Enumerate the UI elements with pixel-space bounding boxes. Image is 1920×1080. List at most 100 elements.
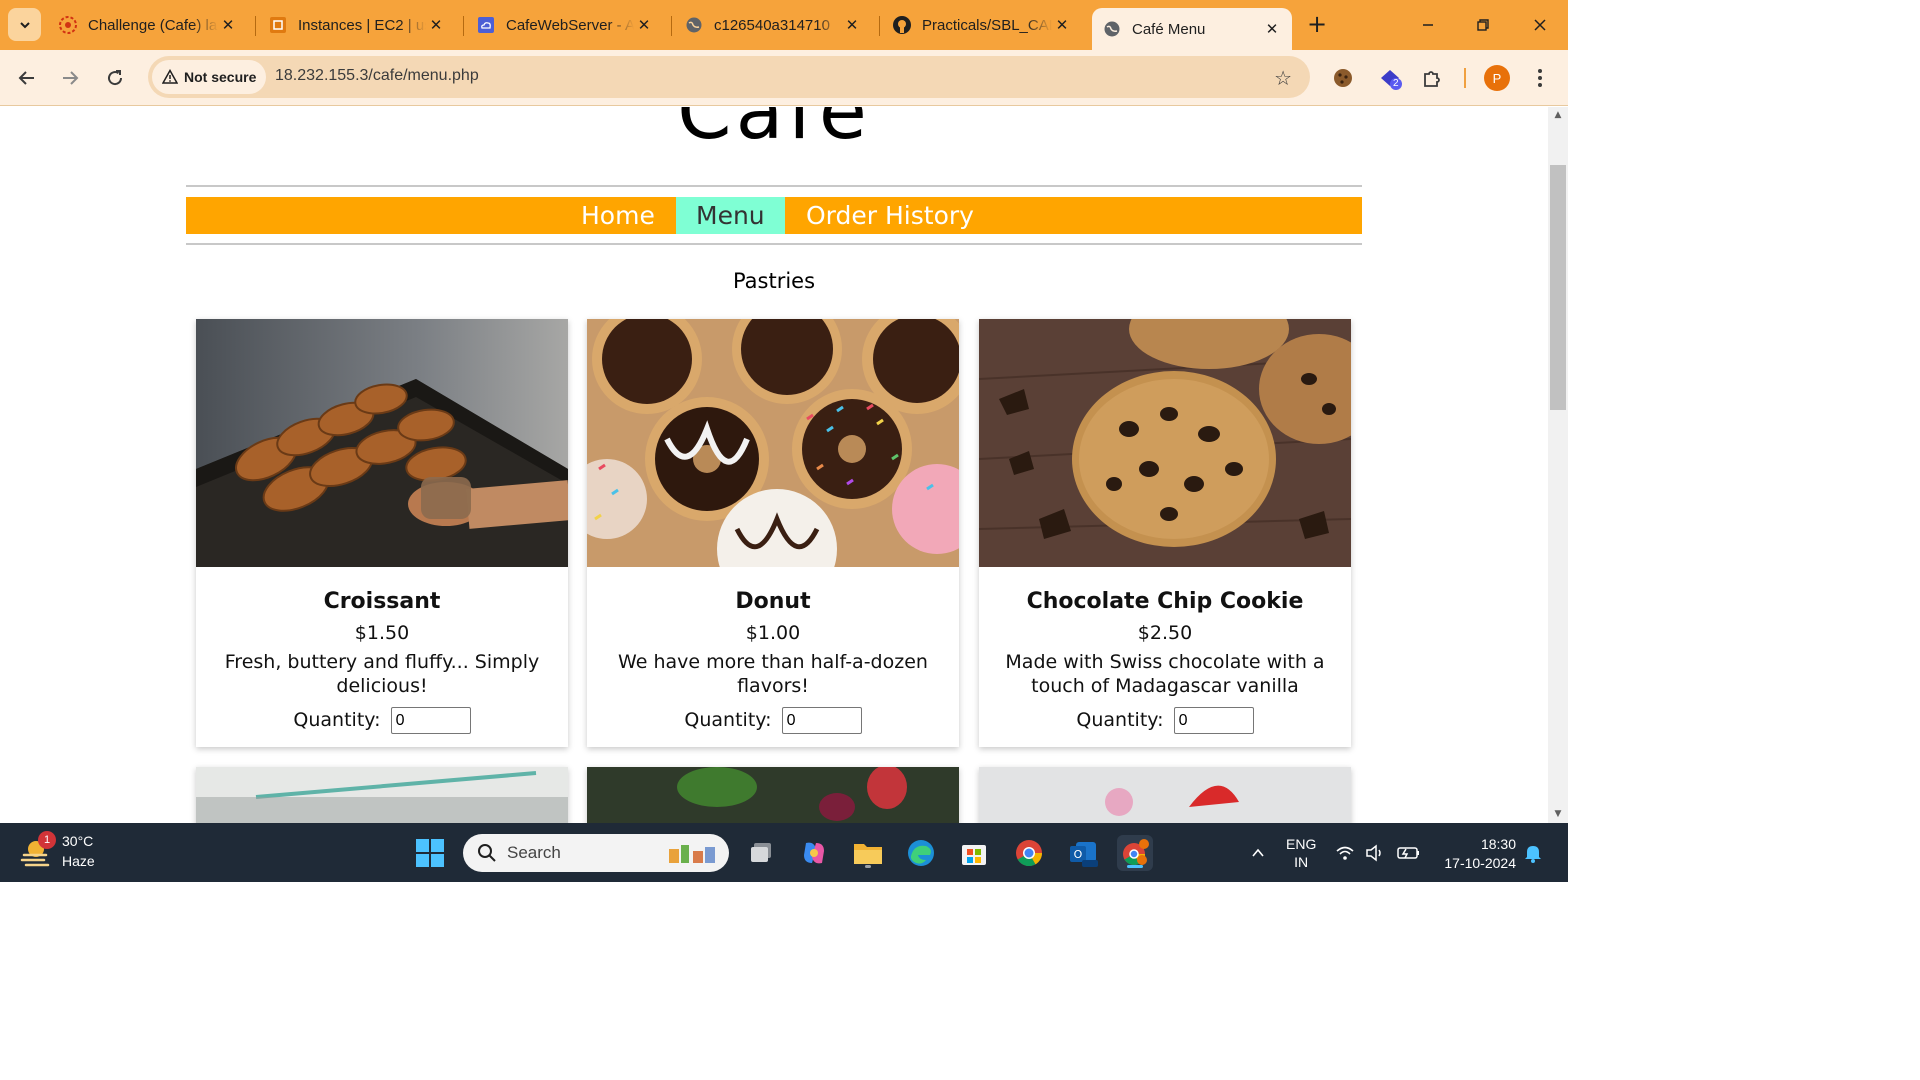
tab-practicals-github[interactable]: Practicals/SBL_CAL ✕ xyxy=(882,6,1082,44)
file-explorer-icon[interactable] xyxy=(850,835,886,871)
tab-search-button[interactable] xyxy=(8,8,41,41)
close-icon[interactable]: ✕ xyxy=(1262,20,1282,38)
scroll-up-arrow-icon[interactable]: ▲ xyxy=(1552,110,1564,120)
quantity-input-donut[interactable] xyxy=(781,707,862,734)
tab-title: Café Menu xyxy=(1132,20,1206,38)
back-button[interactable] xyxy=(11,62,43,94)
product-card-donut: Donut $1.00 We have more than half-a-doz… xyxy=(587,319,959,747)
product-image xyxy=(979,767,1351,823)
product-description: Made with Swiss chocolate with a touch o… xyxy=(1005,651,1325,697)
product-price: $2.50 xyxy=(1137,622,1193,644)
scrollbar-thumb[interactable] xyxy=(1550,165,1566,410)
scroll-down-arrow-icon[interactable]: ▼ xyxy=(1552,809,1564,819)
haze-weather-icon: 1 xyxy=(20,831,56,867)
tab-divider xyxy=(463,16,464,36)
cookie-extension-icon[interactable] xyxy=(1329,64,1357,92)
tab-instances-ec2[interactable]: Instances | EC2 | us ✕ xyxy=(258,6,456,44)
weather-description: Haze xyxy=(62,853,95,869)
task-view-icon[interactable] xyxy=(743,835,779,871)
tab-cafe-menu[interactable]: Café Menu ✕ xyxy=(1092,8,1292,50)
reload-button[interactable] xyxy=(99,62,131,94)
tab-title: Practicals/SBL_CAL xyxy=(922,16,1052,34)
close-icon[interactable]: ✕ xyxy=(1052,16,1072,34)
clock-time: 18:30 xyxy=(1480,836,1516,852)
copilot-icon[interactable] xyxy=(796,835,832,871)
input-language-indicator[interactable]: ENG IN xyxy=(1286,835,1316,871)
minimize-icon xyxy=(1423,24,1433,26)
security-label: Not secure xyxy=(184,69,257,85)
product-card-cookie: Chocolate Chip Cookie $2.50 Made with Sw… xyxy=(979,319,1351,747)
toolbar-divider xyxy=(1464,68,1466,88)
tab-cafewebserver[interactable]: CafeWebServer - A ✕ xyxy=(466,6,664,44)
edge-icon[interactable] xyxy=(903,835,939,871)
page-viewport: Café Home Menu Order History Pastries Cr… xyxy=(0,107,1548,823)
forward-button[interactable] xyxy=(54,62,86,94)
weather-widget[interactable]: 1 30°C Haze xyxy=(20,831,95,871)
close-icon[interactable]: ✕ xyxy=(218,16,238,34)
wifi-icon[interactable] xyxy=(1332,835,1358,871)
vertical-scrollbar[interactable]: ▲ ▼ xyxy=(1548,107,1568,823)
weather-badge: 1 xyxy=(38,831,56,849)
tab-divider xyxy=(671,16,672,36)
site-info-button[interactable]: Not secure xyxy=(152,60,267,94)
quantity-row: Quantity: xyxy=(196,707,568,734)
tab-title: Challenge (Cafe) la xyxy=(88,16,218,34)
nav-order-history-link[interactable]: Order History xyxy=(786,197,994,234)
warning-triangle-icon xyxy=(162,69,178,84)
tab-challenge-cafe[interactable]: Challenge (Cafe) la ✕ xyxy=(48,6,248,44)
product-price: $1.00 xyxy=(745,622,801,644)
quantity-row: Quantity: xyxy=(587,707,959,734)
minimize-button[interactable] xyxy=(1413,10,1443,40)
start-button[interactable] xyxy=(412,835,448,871)
chevron-up-icon[interactable] xyxy=(1240,835,1276,871)
close-icon[interactable]: ✕ xyxy=(426,16,446,34)
new-tab-button[interactable]: + xyxy=(1304,12,1330,38)
search-highlight-icon xyxy=(669,845,715,863)
taskbar-search[interactable]: Search xyxy=(463,834,729,872)
restore-button[interactable] xyxy=(1468,10,1498,40)
bookmark-star-icon[interactable]: ☆ xyxy=(1274,66,1292,90)
extension-badge-icon[interactable]: 2 xyxy=(1376,64,1404,92)
running-indicator xyxy=(1127,865,1143,868)
extensions-puzzle-icon[interactable] xyxy=(1418,64,1446,92)
section-heading: Pastries xyxy=(732,269,816,293)
aws-academy-icon xyxy=(58,15,78,35)
quantity-input-croissant[interactable] xyxy=(390,707,471,734)
nav-menu-link[interactable]: Menu xyxy=(676,197,785,234)
battery-icon[interactable] xyxy=(1394,835,1424,871)
notification-bell-icon[interactable] xyxy=(1518,835,1548,871)
chrome-icon[interactable] xyxy=(1011,835,1047,871)
tab-divider xyxy=(255,16,256,36)
tab-divider xyxy=(879,16,880,36)
search-placeholder: Search xyxy=(507,843,561,862)
main-nav: Home Menu Order History xyxy=(186,197,1362,234)
cloud-icon xyxy=(476,15,496,35)
product-image xyxy=(196,767,568,823)
language-label: ENG xyxy=(1286,836,1317,852)
chrome-profile-active-icon[interactable] xyxy=(1117,835,1153,871)
address-bar[interactable]: Not secure 18.232.155.3/cafe/menu.php ☆ xyxy=(148,56,1310,98)
microsoft-store-icon[interactable] xyxy=(956,835,992,871)
globe-icon xyxy=(684,15,704,35)
volume-icon[interactable] xyxy=(1362,835,1388,871)
profile-avatar[interactable]: P xyxy=(1484,65,1510,91)
menu-kebab-icon[interactable] xyxy=(1530,64,1550,92)
outlook-new-icon[interactable]: O xyxy=(1065,835,1101,871)
product-price: $1.50 xyxy=(354,622,410,644)
quantity-row: Quantity: xyxy=(979,707,1351,734)
close-icon[interactable]: ✕ xyxy=(842,16,862,34)
product-card-croissant: Croissant $1.50 Fresh, buttery and fluff… xyxy=(196,319,568,747)
extension-badge-count: 2 xyxy=(1393,78,1399,89)
quantity-input-cookie[interactable] xyxy=(1173,707,1254,734)
running-indicator xyxy=(865,865,871,868)
top-divider xyxy=(186,185,1362,187)
globe-icon xyxy=(1102,19,1122,39)
nav-home-link[interactable]: Home xyxy=(561,197,675,234)
tab-c126540a[interactable]: c126540a314710 ✕ xyxy=(674,6,872,44)
close-window-button[interactable] xyxy=(1525,10,1555,40)
close-icon[interactable]: ✕ xyxy=(634,16,654,34)
reload-icon xyxy=(108,70,123,86)
quantity-label: Quantity: xyxy=(1076,709,1164,731)
system-clock[interactable]: 18:30 17-10-2024 xyxy=(1432,835,1516,873)
url-text[interactable]: 18.232.155.3/cafe/menu.php xyxy=(275,67,479,85)
